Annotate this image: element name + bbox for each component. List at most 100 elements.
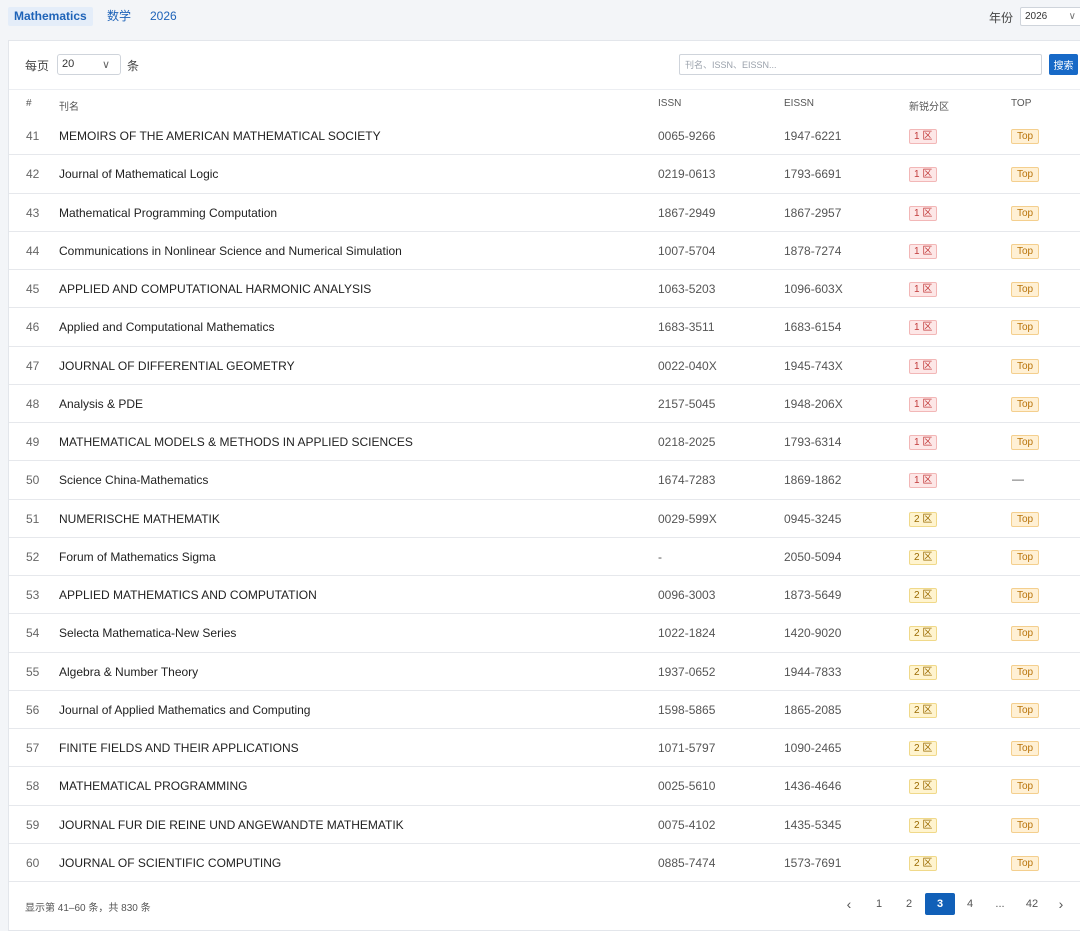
table-row[interactable]: 45 APPLIED AND COMPUTATIONAL HARMONIC ANA… xyxy=(9,270,1080,309)
page-button[interactable]: 4 xyxy=(959,893,981,915)
column-header-top: TOP xyxy=(1011,98,1032,109)
journal-title[interactable]: JOURNAL FUR DIE REINE UND ANGEWANDTE MAT… xyxy=(59,818,404,832)
subject-chip-english[interactable]: Mathematics xyxy=(8,7,93,26)
column-header-title: 刊名 xyxy=(59,102,79,113)
table-row[interactable]: 42 Journal of Mathematical Logic 0219-0613… xyxy=(9,155,1080,194)
journal-title[interactable]: APPLIED AND COMPUTATIONAL HARMONIC ANALY… xyxy=(59,282,371,296)
top-badge: Top xyxy=(1011,817,1040,833)
table-row[interactable]: 41 MEMOIRS OF THE AMERICAN MATHEMATICAL S… xyxy=(9,117,1080,156)
issn-value: 1063-5203 xyxy=(658,282,716,296)
journal-title[interactable]: APPLIED MATHEMATICS AND COMPUTATION xyxy=(59,588,317,602)
column-header-zone: 新锐分区 xyxy=(909,102,949,113)
journal-title[interactable]: MEMOIRS OF THE AMERICAN MATHEMATICAL SOC… xyxy=(59,129,381,143)
zone-badge: 1 区 xyxy=(909,243,938,259)
issn-value: 0219-0613 xyxy=(658,167,716,182)
journal-title[interactable]: Science China-Mathematics xyxy=(59,473,208,487)
table-row[interactable]: 48 Analysis & PDE 2157-5045 1948-206X 1 区 Top xyxy=(9,385,1080,423)
issn-value: 1867-2949 xyxy=(658,205,716,220)
journal-title[interactable]: Mathematical Programming Computation xyxy=(59,206,277,220)
table-row[interactable]: 60 JOURNAL OF SCIENTIFIC COMPUTING 0885-74… xyxy=(9,844,1080,882)
journal-title[interactable]: Analysis & PDE xyxy=(59,397,143,411)
table-row[interactable]: 59 JOURNAL FUR DIE REINE UND ANGEWANDTE M… xyxy=(9,806,1080,844)
zone-badge: 2 区 xyxy=(909,855,938,871)
row-number: 46 xyxy=(26,320,40,335)
top-badge: Top xyxy=(1011,702,1040,718)
issn-value: 0885-7474 xyxy=(658,855,716,870)
row-number: 56 xyxy=(26,702,40,717)
page-button-current[interactable]: 3 xyxy=(925,893,955,915)
eissn-value: 1945-743X xyxy=(784,358,843,373)
subject-chip-chinese[interactable]: 数学 xyxy=(101,7,137,26)
journal-title[interactable]: Journal of Mathematical Logic xyxy=(59,167,218,181)
journal-title[interactable]: Algebra & Number Theory xyxy=(59,665,198,679)
zone-badge: 2 区 xyxy=(909,664,938,680)
search-button[interactable]: 搜索 xyxy=(1049,54,1078,75)
journal-title[interactable]: Communications in Nonlinear Science and … xyxy=(59,244,402,258)
perpage-label: 每页 xyxy=(25,59,50,73)
issn-value: 0022-040X xyxy=(658,358,717,373)
eissn-value: 0945-3245 xyxy=(784,511,842,526)
table-row[interactable]: 53 APPLIED MATHEMATICS AND COMPUTATION 009… xyxy=(9,576,1080,615)
row-number: 42 xyxy=(26,167,40,182)
eissn-value: 1090-2465 xyxy=(784,741,842,755)
journal-title[interactable]: Selecta Mathematica-New Series xyxy=(59,626,236,640)
top-badge: Top xyxy=(1011,511,1040,527)
table-row[interactable]: 54 Selecta Mathematica-New Series 1022-182… xyxy=(9,614,1080,653)
table-row[interactable]: 49 MATHEMATICAL MODELS & METHODS IN APPLI… xyxy=(9,423,1080,462)
perpage-select[interactable]: 20 ∨ xyxy=(57,54,121,75)
zone-badge: 2 区 xyxy=(909,817,938,833)
eissn-value: 1793-6314 xyxy=(784,435,842,449)
year-label: 年份 xyxy=(989,11,1014,25)
column-header-issn: ISSN xyxy=(658,98,682,109)
table-row[interactable]: 55 Algebra & Number Theory 1937-0652 1944-7… xyxy=(9,653,1080,691)
top-badge: Top xyxy=(1011,129,1040,144)
eissn-value: 1573-7691 xyxy=(784,855,842,870)
table-row[interactable]: 51 NUMERISCHE MATHEMATIK 0029-599X 0945-324… xyxy=(9,500,1080,538)
journal-title[interactable]: Forum of Mathematics Sigma xyxy=(59,550,216,564)
journal-title[interactable]: Journal of Applied Mathematics and Compu… xyxy=(59,703,310,717)
table-row[interactable]: 47 JOURNAL OF DIFFERENTIAL GEOMETRY 0022-0… xyxy=(9,347,1080,385)
journal-title[interactable]: FINITE FIELDS AND THEIR APPLICATIONS xyxy=(59,741,299,755)
issn-value: 2157-5045 xyxy=(658,396,716,411)
journal-title[interactable]: NUMERISCHE MATHEMATIK xyxy=(59,512,220,526)
prev-page-button[interactable]: ‹ xyxy=(838,893,860,915)
page-button[interactable]: 2 xyxy=(898,893,920,915)
row-number: 47 xyxy=(26,358,40,373)
table-row[interactable]: 57 FINITE FIELDS AND THEIR APPLICATIONS 10… xyxy=(9,729,1080,768)
page-button[interactable]: 1 xyxy=(868,893,890,915)
eissn-value: 1096-603X xyxy=(784,282,843,296)
row-number: 41 xyxy=(26,129,40,143)
zone-badge: 2 区 xyxy=(909,702,938,718)
eissn-value: 1420-9020 xyxy=(784,626,842,641)
next-page-button[interactable]: › xyxy=(1050,893,1072,915)
year-select-value: 2026 xyxy=(1025,11,1048,22)
top-badge: Top xyxy=(1011,396,1040,412)
issn-value: 0065-9266 xyxy=(658,129,716,143)
top-badge: Top xyxy=(1011,320,1040,336)
table-row[interactable]: 43 Mathematical Programming Computation 18… xyxy=(9,194,1080,232)
journal-title[interactable]: MATHEMATICAL PROGRAMMING xyxy=(59,779,247,793)
zone-badge: 1 区 xyxy=(909,473,938,489)
table-row[interactable]: 46 Applied and Computational Mathematics 1… xyxy=(9,308,1080,347)
row-number: 44 xyxy=(26,243,40,258)
journal-title[interactable]: JOURNAL OF DIFFERENTIAL GEOMETRY xyxy=(59,359,295,373)
row-number: 57 xyxy=(26,741,40,755)
row-number: 48 xyxy=(26,396,40,411)
row-number: 43 xyxy=(26,205,40,220)
journal-title[interactable]: MATHEMATICAL MODELS & METHODS IN APPLIED… xyxy=(59,435,413,449)
zone-badge: 1 区 xyxy=(909,205,938,221)
year-select[interactable]: 2026 ∨ xyxy=(1020,7,1080,26)
journal-title[interactable]: JOURNAL OF SCIENTIFIC COMPUTING xyxy=(59,856,281,870)
search-input[interactable] xyxy=(679,54,1042,75)
journal-title[interactable]: Applied and Computational Mathematics xyxy=(59,320,274,334)
page-button-last[interactable]: 42 xyxy=(1019,893,1045,915)
issn-value: 1937-0652 xyxy=(658,664,716,679)
table-row[interactable]: 58 MATHEMATICAL PROGRAMMING 0025-5610 1436-… xyxy=(9,767,1080,806)
table-row[interactable]: 56 Journal of Applied Mathematics and Com… xyxy=(9,691,1080,729)
eissn-value: 1793-6691 xyxy=(784,167,842,182)
year-chip[interactable]: 2026 xyxy=(144,7,183,26)
table-row[interactable]: 52 Forum of Mathematics Sigma - 2050-5094 2 … xyxy=(9,538,1080,576)
zone-badge: 2 区 xyxy=(909,511,938,527)
table-row[interactable]: 50 Science China-Mathematics 1674-7283 1869… xyxy=(9,461,1080,500)
table-row[interactable]: 44 Communications in Nonlinear Science an… xyxy=(9,232,1080,270)
